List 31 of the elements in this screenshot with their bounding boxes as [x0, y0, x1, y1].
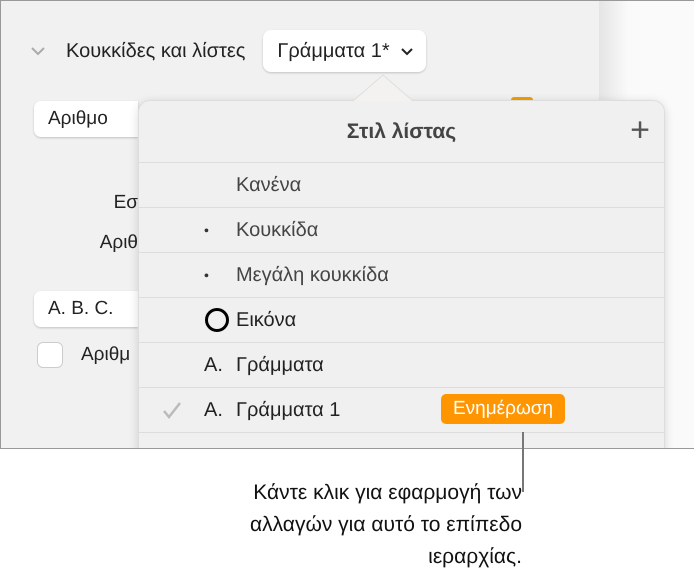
dropdown-field[interactable]: A. B. C.: [34, 291, 138, 327]
callout-text: Κάντε κλικ για εφαρμογή των αλλαγών για αυτό το επίπεδο ιεραρχίας.: [248, 480, 522, 570]
list-style-item[interactable]: A. Γράμματα 1 Ενημέρωση: [139, 388, 664, 433]
item-label: Κανένα: [236, 174, 302, 196]
checkbox-label: Αριθμ: [81, 344, 130, 366]
item-label: Γράμματα: [236, 354, 324, 376]
leader-line: [522, 432, 524, 492]
list-style-item[interactable]: A. Γράμματα: [139, 343, 664, 388]
list-marker: •: [204, 267, 209, 283]
field-label: Αριθ: [100, 232, 138, 254]
chevron-down-icon: [400, 46, 414, 56]
dropdown-field[interactable]: Αριθμο: [34, 101, 138, 137]
add-button[interactable]: +: [630, 115, 650, 145]
item-label: Εικόνα: [236, 308, 296, 332]
list-style-item[interactable]: • Μεγάλη κουκκίδα: [139, 253, 664, 298]
chevron-icon[interactable]: [30, 46, 46, 56]
list-style-item[interactable]: Εικόνα: [139, 298, 664, 343]
field-label: Εσ: [114, 192, 138, 214]
item-label: Κουκκίδα: [236, 218, 318, 242]
popover-title: Στιλ λίστας: [346, 120, 456, 144]
checkbox[interactable]: [37, 342, 63, 368]
item-label: Μεγάλη κουκκίδα: [236, 264, 389, 286]
list-style-item[interactable]: • Κουκκίδα: [139, 208, 664, 253]
list-marker: A.: [204, 354, 223, 376]
section-title: Κουκκίδες και λίστες: [66, 40, 246, 62]
circle-icon: [204, 307, 230, 333]
list-style-item[interactable]: Κανένα: [139, 163, 664, 208]
list-marker: A.: [204, 398, 223, 422]
list-style-dropdown[interactable]: Γράμματα 1*: [263, 30, 426, 72]
list-marker: •: [204, 222, 209, 238]
item-label: Γράμματα 1: [236, 398, 340, 422]
